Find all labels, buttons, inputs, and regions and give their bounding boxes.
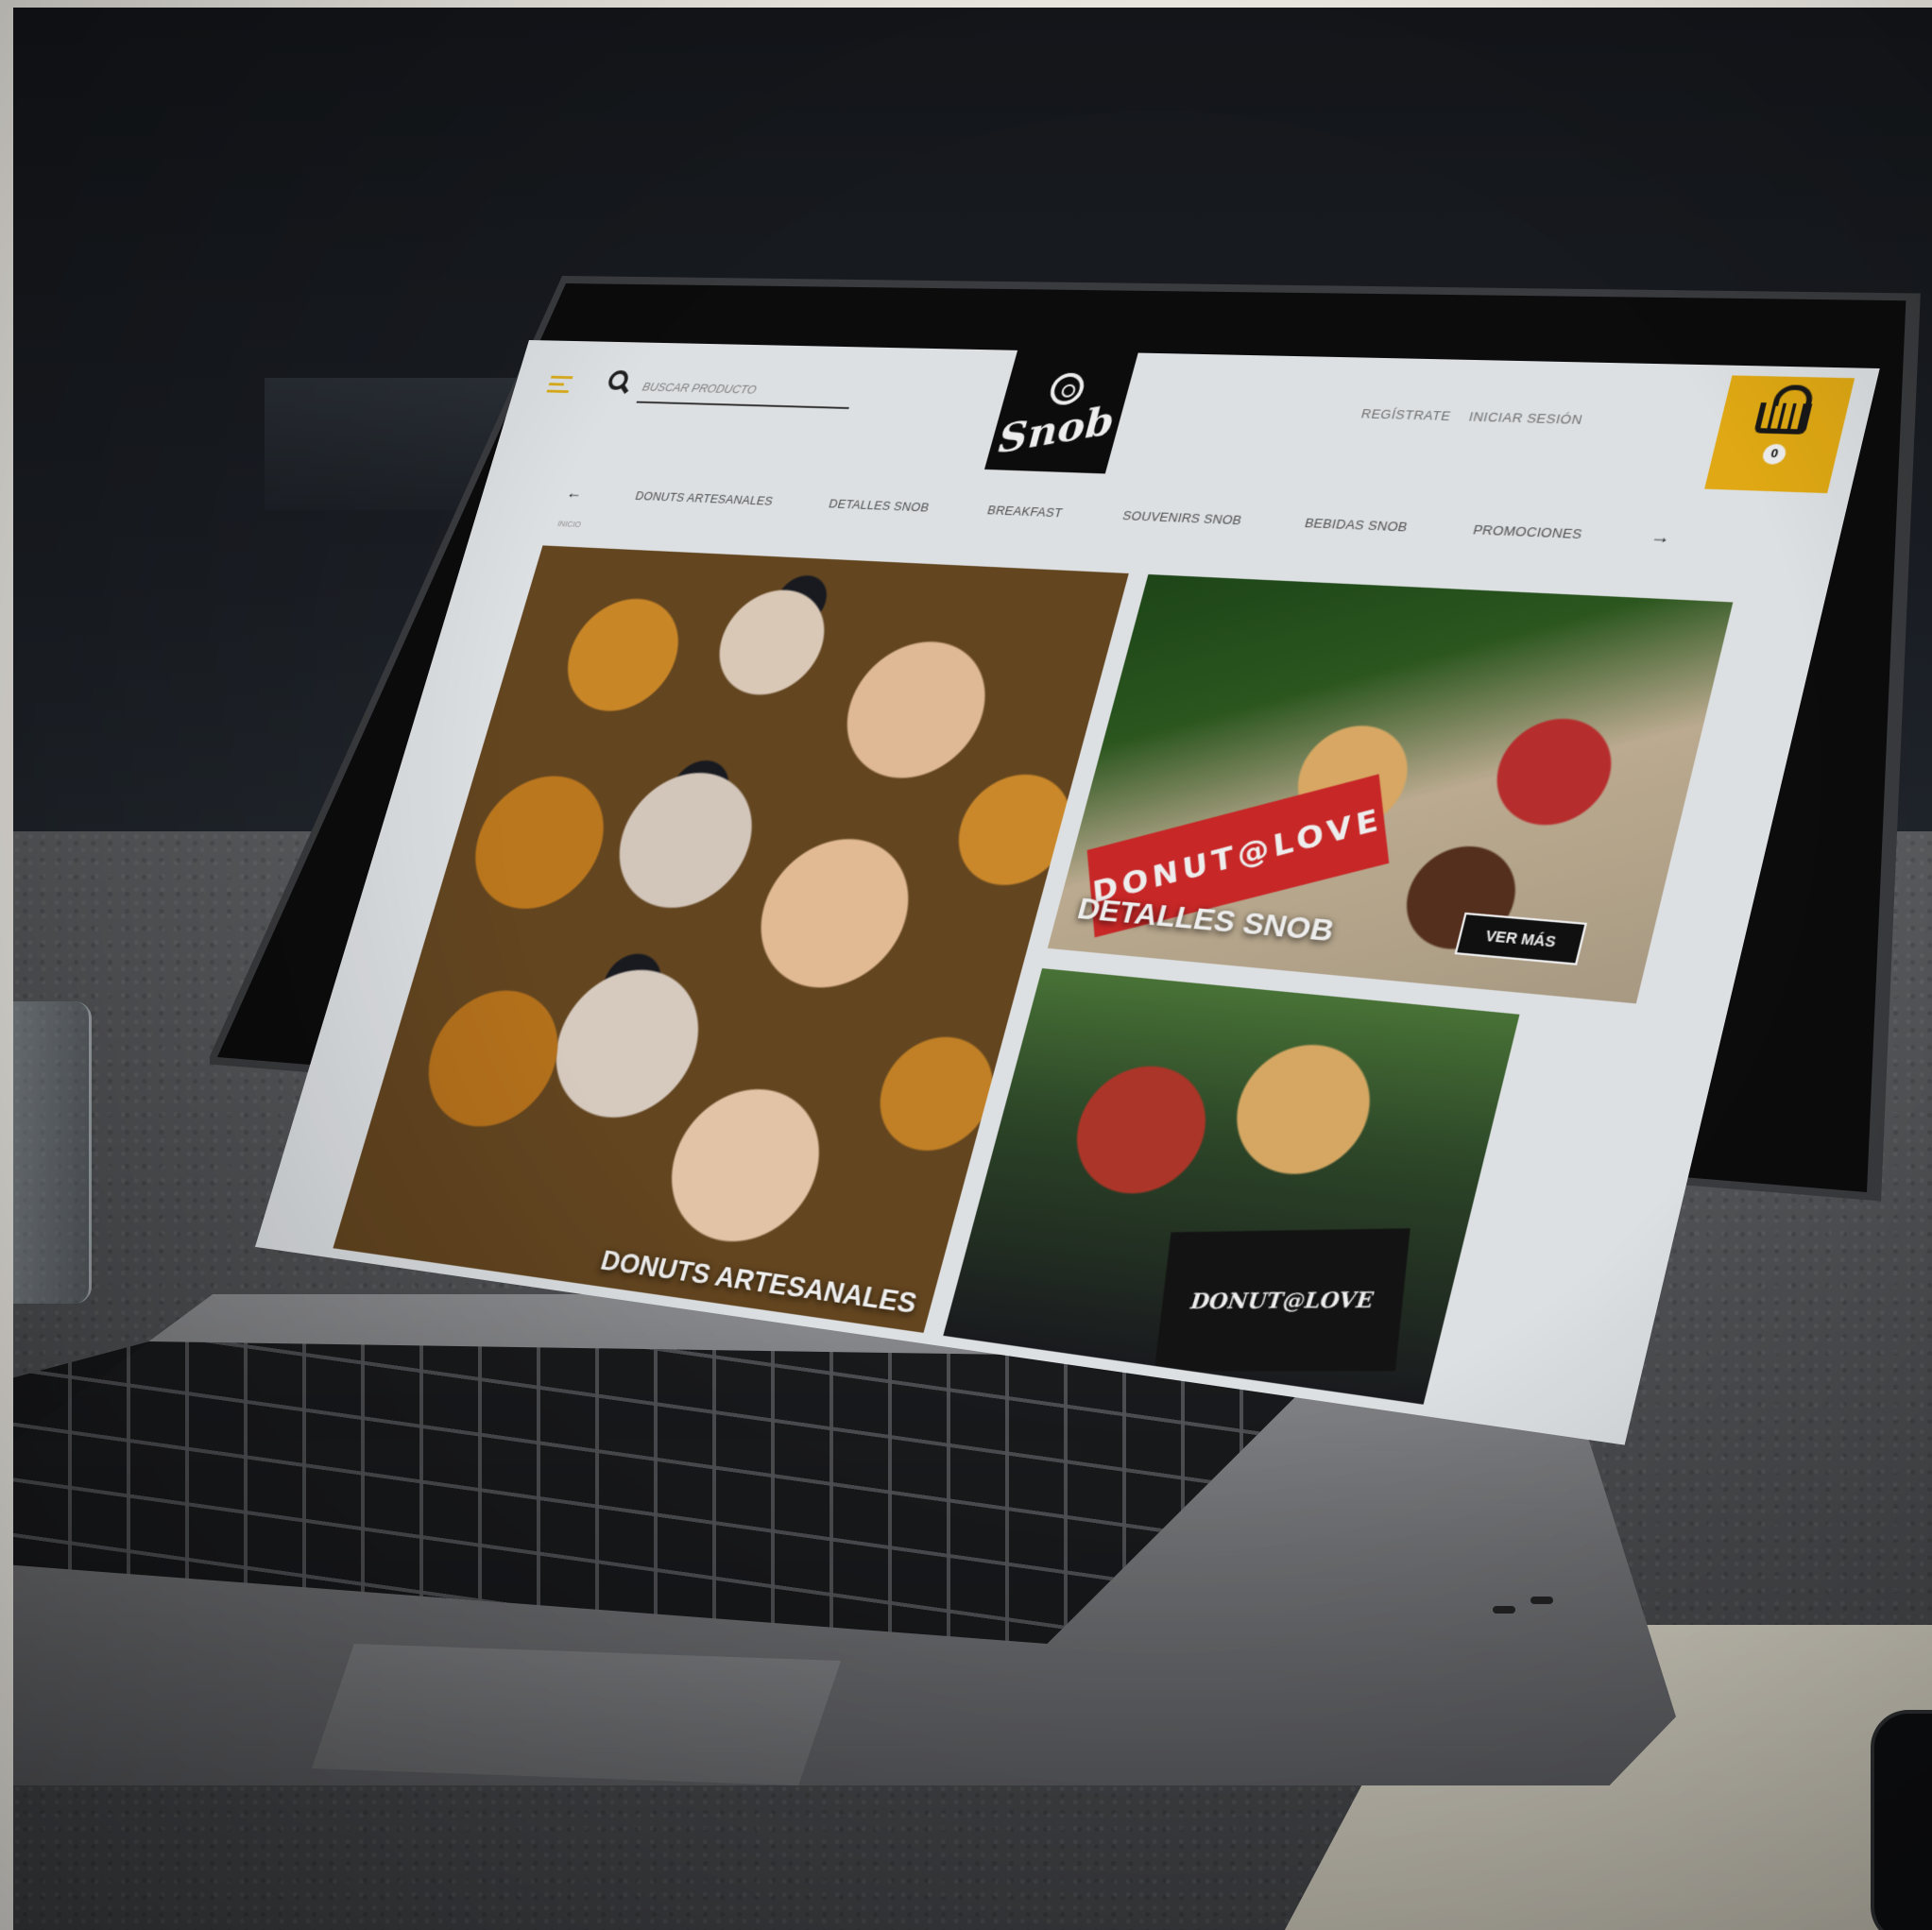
category-detalles-snob[interactable]: DETALLES SNOB bbox=[828, 497, 932, 515]
logo-wordmark: Snob bbox=[997, 397, 1116, 463]
breakfast-box-label: DONUT@LOVE bbox=[1154, 1228, 1411, 1372]
search-input[interactable] bbox=[636, 370, 859, 410]
cart-count-badge: 0 bbox=[1760, 443, 1788, 465]
category-donuts-artesanales[interactable]: DONUTS ARTESANALES bbox=[634, 488, 775, 507]
login-link[interactable]: INICIAR SESIÓN bbox=[1467, 409, 1584, 427]
category-breakfast[interactable]: BREAKFAST bbox=[985, 503, 1064, 520]
ver-mas-button[interactable]: VER MÁS bbox=[1454, 912, 1588, 965]
usb-port bbox=[1493, 1606, 1515, 1614]
trackpad bbox=[312, 1644, 841, 1785]
category-souvenirs-snob[interactable]: SOUVENIRS SNOB bbox=[1121, 508, 1244, 527]
arrow-right-icon[interactable]: → bbox=[1648, 526, 1673, 549]
cart-button[interactable]: 0 bbox=[1704, 375, 1855, 494]
band-text: DONUT@LOVE bbox=[1090, 801, 1385, 911]
website-page: Snob REGÍSTRATE INICIAR SESIÓN 0 ← DONUT… bbox=[255, 340, 1880, 1445]
menu-icon[interactable] bbox=[546, 375, 573, 394]
water-glass bbox=[13, 1001, 92, 1304]
register-link[interactable]: REGÍSTRATE bbox=[1359, 406, 1452, 423]
phone bbox=[1871, 1710, 1932, 1930]
brand-logo[interactable]: Snob bbox=[983, 350, 1138, 474]
tile-detalles-snob[interactable]: DONUT@LOVE DETALLES SNOB VER MÁS bbox=[1047, 573, 1734, 1004]
account-links: REGÍSTRATE INICIAR SESIÓN bbox=[1359, 406, 1584, 427]
usb-port bbox=[1530, 1597, 1553, 1604]
tile-breakfast[interactable]: DONUT@LOVE bbox=[943, 967, 1520, 1405]
donut-icon bbox=[1046, 372, 1088, 405]
breadcrumb[interactable]: INICIO bbox=[556, 519, 582, 529]
arrow-left-icon[interactable]: ← bbox=[564, 484, 585, 503]
category-promociones[interactable]: PROMOCIONES bbox=[1472, 522, 1584, 542]
category-bebidas-snob[interactable]: BEBIDAS SNOB bbox=[1303, 516, 1410, 535]
category-nav: ← DONUTS ARTESANALES DETALLES SNOB BREAK… bbox=[564, 484, 1673, 549]
basket-icon bbox=[1753, 402, 1813, 435]
search-icon[interactable] bbox=[606, 369, 631, 390]
laptop-screen: Snob REGÍSTRATE INICIAR SESIÓN 0 ← DONUT… bbox=[254, 340, 1880, 1445]
photo-scene: Snob REGÍSTRATE INICIAR SESIÓN 0 ← DONUT… bbox=[0, 0, 1932, 1930]
